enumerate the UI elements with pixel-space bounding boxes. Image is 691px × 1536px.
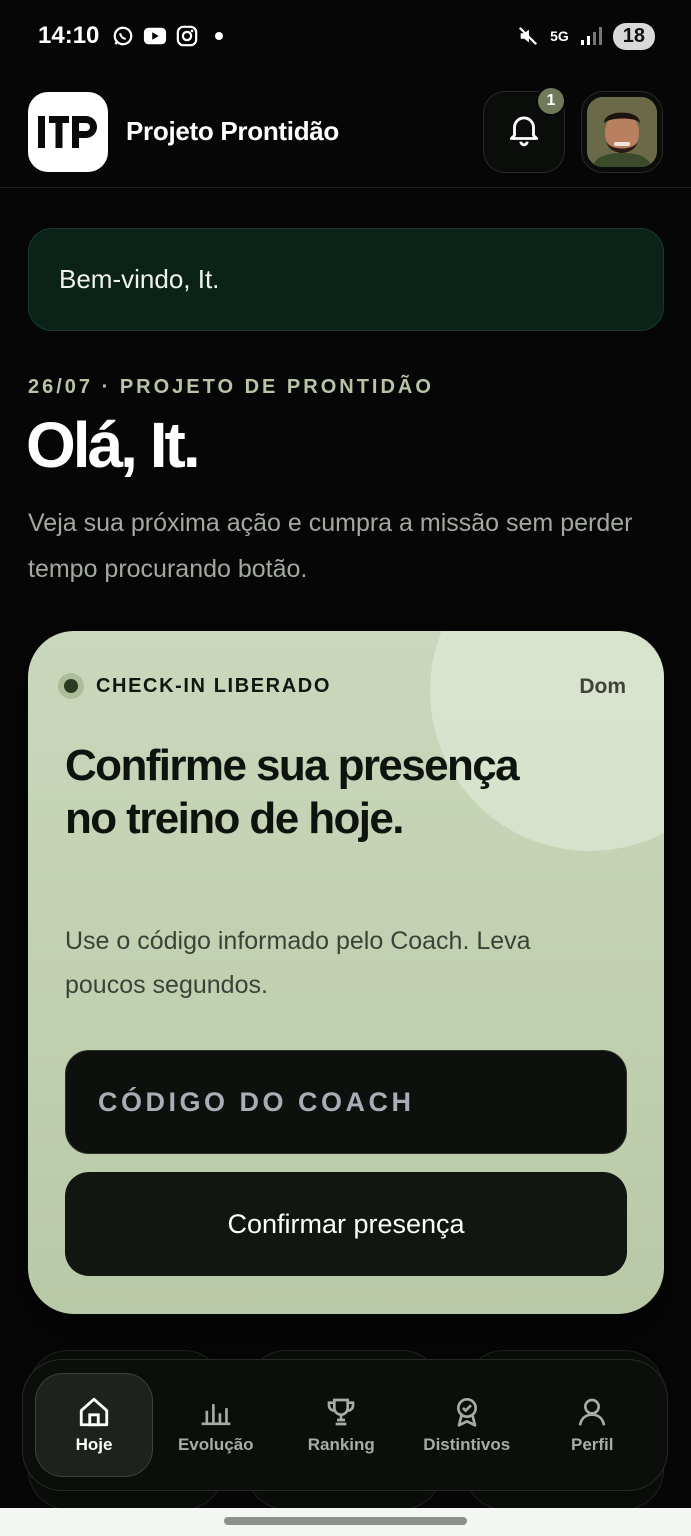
nav-label: Ranking bbox=[307, 1435, 375, 1454]
nav-label: Perfil bbox=[570, 1435, 614, 1454]
trophy-icon bbox=[324, 1395, 358, 1429]
greeting-heading: Olá, It. bbox=[26, 409, 201, 481]
badge-icon bbox=[450, 1395, 484, 1429]
bell-icon bbox=[505, 110, 543, 153]
user-icon bbox=[575, 1395, 609, 1429]
app-logo[interactable] bbox=[28, 91, 108, 172]
youtube-icon bbox=[143, 24, 167, 48]
nav-item-distintivos[interactable]: Distintivos bbox=[404, 1373, 530, 1477]
status-time: 14:10 bbox=[38, 22, 100, 49]
nav-item-evolucao[interactable]: Evolução bbox=[153, 1373, 279, 1477]
status-bar: 14:10 5G 18 bbox=[0, 0, 691, 72]
dot-icon bbox=[207, 24, 231, 48]
notifications-button[interactable]: 1 bbox=[483, 85, 566, 173]
chart-icon bbox=[199, 1395, 233, 1429]
nav-item-perfil[interactable]: Perfil bbox=[530, 1373, 656, 1477]
whatsapp-icon bbox=[111, 24, 135, 48]
welcome-banner: Bem-vindo, It. bbox=[28, 228, 664, 331]
confirm-presence-button[interactable]: Confirmar presença bbox=[65, 1172, 627, 1276]
logo-mark bbox=[38, 115, 97, 148]
welcome-text: Bem-vindo, It. bbox=[59, 264, 220, 294]
home-icon bbox=[77, 1395, 111, 1429]
checkin-status: CHECK-IN LIBERADO bbox=[58, 673, 331, 699]
home-indicator[interactable] bbox=[224, 1517, 467, 1525]
checkin-status-label: CHECK-IN LIBERADO bbox=[96, 674, 331, 697]
nav-label: Distintivos bbox=[423, 1435, 511, 1454]
signal-icon bbox=[579, 24, 603, 48]
avatar bbox=[587, 96, 657, 167]
status-notification-icons bbox=[111, 24, 231, 48]
coach-code-input[interactable] bbox=[65, 1050, 627, 1154]
instagram-icon bbox=[175, 24, 199, 48]
app-title: Projeto Prontidão bbox=[126, 116, 340, 146]
checkin-description: Use o código informado pelo Coach. Leva … bbox=[65, 927, 531, 999]
app-header: Projeto Prontidão 1 bbox=[0, 76, 691, 188]
battery-indicator: 18 bbox=[612, 22, 655, 50]
bottom-navigation: Hoje Evolução Ranking Distintivos Perfil bbox=[22, 1359, 668, 1491]
checkin-card: CHECK-IN LIBERADO Dom Confirme sua prese… bbox=[28, 631, 664, 1314]
date-kicker: 26/07 · PROJETO DE PRONTIDÃO bbox=[28, 376, 434, 398]
profile-avatar-button[interactable] bbox=[581, 90, 663, 173]
header-actions: 1 bbox=[483, 85, 663, 173]
nav-item-hoje[interactable]: Hoje bbox=[35, 1373, 153, 1477]
mute-icon bbox=[516, 24, 540, 48]
nav-label: Hoje bbox=[75, 1435, 113, 1454]
nav-item-ranking[interactable]: Ranking bbox=[279, 1373, 405, 1477]
intro-description: Veja sua próxima ação e cumpra a missão … bbox=[28, 509, 633, 583]
checkin-title: Confirme sua presença no treino de hoje. bbox=[65, 741, 520, 843]
notification-count-badge: 1 bbox=[536, 85, 566, 116]
nav-label: Evolução bbox=[177, 1435, 254, 1454]
status-system-icons: 5G 18 bbox=[516, 22, 655, 50]
checkin-day: Dom bbox=[579, 675, 626, 698]
status-dot-icon bbox=[58, 673, 84, 699]
network-label: 5G bbox=[550, 28, 569, 44]
